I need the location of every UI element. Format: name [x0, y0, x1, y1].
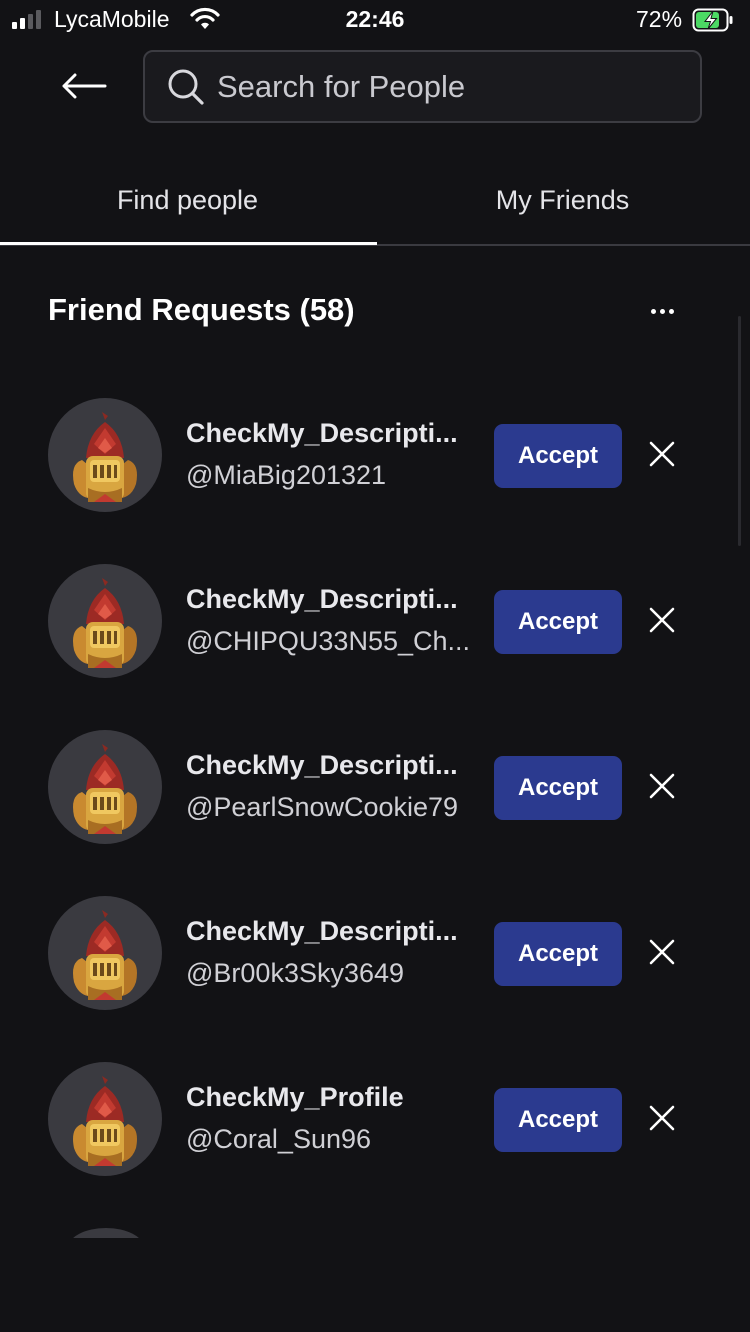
username: @MiaBig201321: [186, 460, 387, 490]
decline-button[interactable]: [644, 770, 680, 806]
avatar-image: [73, 578, 137, 668]
search-input[interactable]: [215, 67, 684, 106]
display-name[interactable]: CheckMy_Descripti...: [186, 916, 458, 947]
search-box[interactable]: [143, 50, 702, 123]
username: @Coral_Sun96: [186, 1124, 372, 1154]
accept-button[interactable]: Accept: [494, 1088, 622, 1152]
section-title: Friend Requests (58): [48, 292, 355, 327]
arrow-left-icon: [61, 73, 107, 104]
accept-button[interactable]: Accept: [494, 756, 622, 820]
search-icon: [167, 68, 205, 106]
username: @CHIPQU33N55_Ch...: [186, 626, 471, 656]
avatar[interactable]: [48, 564, 162, 678]
display-name[interactable]: CheckMy_Descripti...: [186, 750, 458, 781]
friend-request-row: CheckMy_Descripti... @PearlSnowCookie79 …: [0, 722, 750, 888]
display-name[interactable]: CheckMy_Profile: [186, 1082, 404, 1113]
active-tab-indicator: [0, 242, 377, 245]
avatar[interactable]: [48, 730, 162, 844]
close-icon: [649, 773, 675, 804]
accept-button[interactable]: Accept: [494, 590, 622, 654]
more-options-button[interactable]: [640, 296, 684, 326]
decline-button[interactable]: [644, 936, 680, 972]
display-name[interactable]: CheckMy_Descripti...: [186, 584, 458, 615]
avatar[interactable]: [48, 1062, 162, 1176]
avatar-image: [73, 412, 137, 502]
back-button[interactable]: [58, 66, 110, 110]
friend-request-row: CheckMy_Profile @Coral_Sun96 Accept: [0, 1054, 750, 1220]
display-name[interactable]: CheckMy_Descripti...: [186, 418, 458, 449]
close-icon: [649, 939, 675, 970]
close-icon: [649, 441, 675, 472]
tab-bar: Find people My Friends: [0, 158, 750, 246]
friend-request-row: CheckMy_Descripti... @Br00k3Sky3649 Acce…: [0, 888, 750, 1054]
username: @Br00k3Sky3649: [186, 958, 405, 988]
friend-request-row: CheckMy_Descripti... @MiaBig201321 Accep…: [0, 390, 750, 556]
friend-request-list: CheckMy_Descripti... @MiaBig201321 Accep…: [0, 390, 750, 1220]
more-horizontal-icon: [650, 308, 674, 314]
avatar-image: [73, 1076, 137, 1166]
tab-find-people[interactable]: Find people: [0, 158, 375, 242]
avatar-image: [73, 910, 137, 1000]
tab-my-friends[interactable]: My Friends: [375, 158, 750, 242]
avatar-image: [73, 744, 137, 834]
status-bar: LycaMobile 22:46 72%: [0, 0, 750, 40]
username: @PearlSnowCookie79: [186, 792, 459, 822]
decline-button[interactable]: [644, 1102, 680, 1138]
decline-button[interactable]: [644, 438, 680, 474]
battery-percent: 72%: [636, 6, 683, 32]
accept-button[interactable]: Accept: [494, 922, 622, 986]
avatar[interactable]: [48, 398, 162, 512]
accept-button[interactable]: Accept: [494, 424, 622, 488]
close-icon: [649, 607, 675, 638]
avatar: [68, 1228, 144, 1238]
close-icon: [649, 1105, 675, 1136]
battery-charging-icon: [692, 8, 734, 37]
avatar[interactable]: [48, 896, 162, 1010]
friend-request-row: CheckMy_Descripti... @CHIPQU33N55_Ch... …: [0, 556, 750, 722]
decline-button[interactable]: [644, 604, 680, 640]
